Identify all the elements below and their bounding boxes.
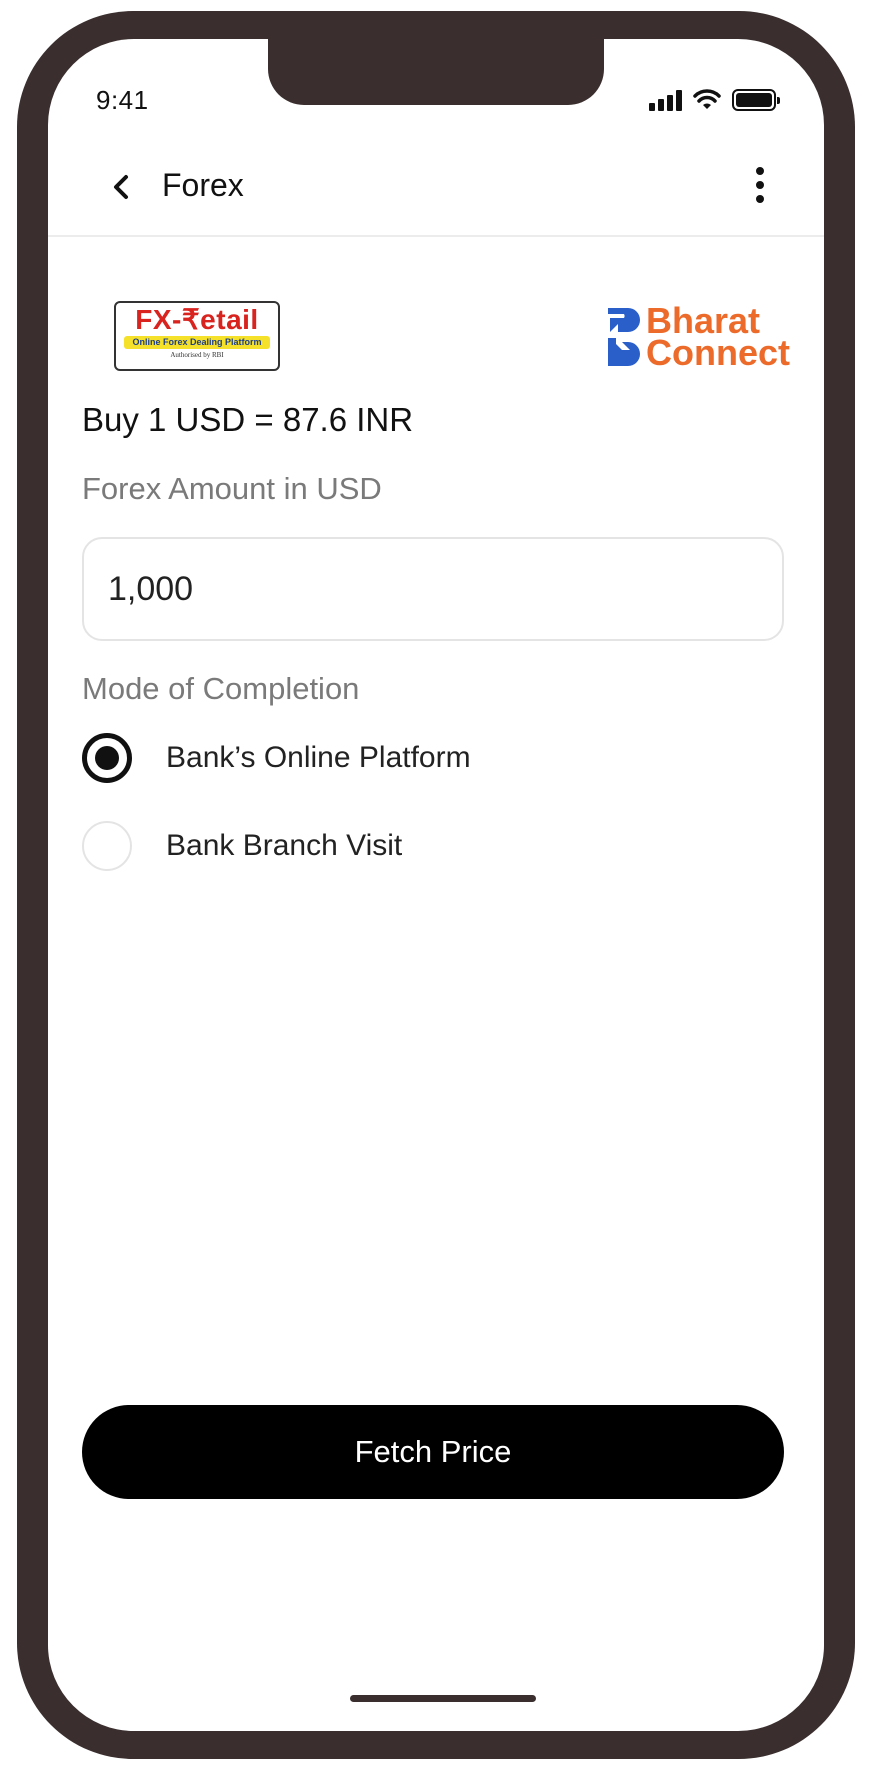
mode-label: Mode of Completion [82,671,360,706]
exchange-rate-text: Buy 1 USD = 87.6 INR [82,401,414,438]
notch [268,39,604,105]
chevron-left-icon [114,175,128,199]
mode-option-online[interactable]: Bank’s Online Platform [82,733,471,783]
bharat-connect-mark-icon [608,308,640,366]
mode-option-branch-label: Bank Branch Visit [166,829,403,862]
fx-retail-logo-authorised: Authorised by RBI [170,351,224,359]
amount-label: Forex Amount in USD [82,471,382,506]
radio-unselected[interactable] [82,821,132,871]
radio-selected[interactable] [82,733,132,783]
page-title: Forex [162,167,244,203]
amount-input[interactable] [82,537,784,641]
fetch-price-button[interactable]: Fetch Price [82,1405,784,1499]
cellular-signal-icon [649,89,682,111]
app-header: Forex [48,139,824,237]
status-time: 9:41 [96,85,149,115]
mode-option-online-label: Bank’s Online Platform [166,741,471,774]
bharat-connect-logo: Bharat Connect [606,303,790,373]
phone-frame: 9:41 Forex FX-₹etail Online Forex Dealin… [17,11,855,1759]
fx-retail-logo: FX-₹etail Online Forex Dealing Platform … [114,301,280,371]
back-button[interactable] [104,169,140,205]
bharat-connect-logo-text: Bharat Connect [646,303,790,373]
more-vertical-icon [756,167,764,175]
bharat-connect-line2: Connect [646,332,790,373]
status-icons [649,89,780,111]
fx-retail-logo-title: FX-₹etail [135,304,259,335]
battery-icon [732,89,780,111]
mode-option-branch[interactable]: Bank Branch Visit [82,821,402,871]
home-indicator[interactable] [350,1695,536,1702]
more-options-button[interactable] [750,163,770,207]
screen: 9:41 Forex FX-₹etail Online Forex Dealin… [48,39,824,1731]
fx-retail-logo-subtitle: Online Forex Dealing Platform [124,336,270,349]
wifi-icon [693,89,721,109]
